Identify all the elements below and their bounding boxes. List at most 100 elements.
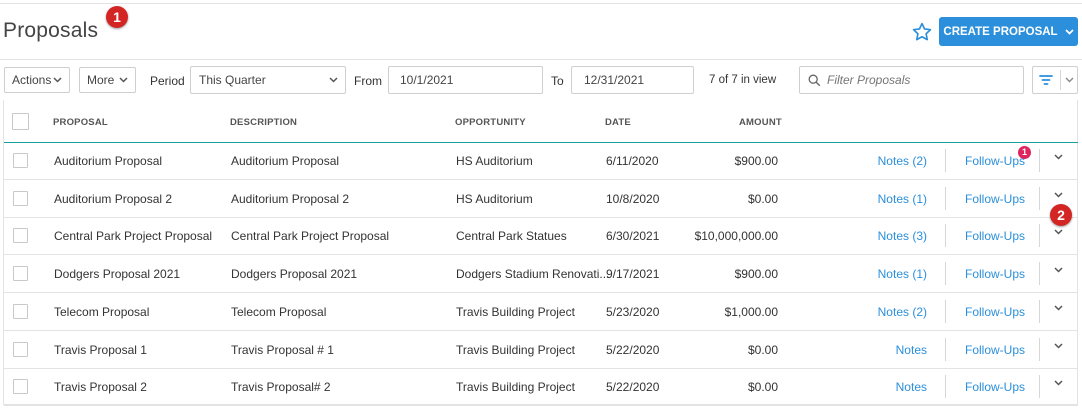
table-row[interactable]: Travis Proposal 1 Travis Proposal # 1 Trav…: [4, 331, 1078, 369]
table-row[interactable]: Telecom Proposal Telecom Proposal Travis B…: [4, 293, 1078, 331]
notes-link[interactable]: Notes (1): [878, 267, 927, 281]
proposal-amount: $0.00: [747, 342, 778, 357]
followups-link[interactable]: Follow-Ups: [965, 380, 1025, 394]
select-all-checkbox[interactable]: [12, 113, 29, 130]
column-divider: [945, 337, 946, 361]
column-header-opportunity[interactable]: OPPORTUNITY: [455, 117, 526, 128]
proposal-name[interactable]: Auditorium Proposal: [54, 154, 162, 168]
proposal-opportunity: Central Park Statues: [456, 229, 567, 244]
proposal-date: 5/22/2020: [606, 342, 660, 357]
to-date-field[interactable]: 12/31/2021: [571, 66, 694, 94]
followups-link[interactable]: Follow-Ups: [965, 229, 1025, 243]
followups-count-badge: 1: [1018, 146, 1031, 159]
more-label: More: [87, 73, 115, 87]
annotation-marker-1: 1: [106, 6, 128, 28]
notes-link[interactable]: Notes (2): [878, 154, 927, 168]
table-row[interactable]: Auditorium Proposal 2 Auditorium Proposal…: [4, 180, 1078, 218]
row-checkbox[interactable]: [13, 190, 28, 206]
column-header-amount[interactable]: AMOUNT: [739, 117, 782, 128]
table-row[interactable]: Central Park Project Proposal Central Par…: [4, 217, 1078, 256]
column-divider: [945, 299, 946, 323]
proposal-description: Travis Proposal# 2: [231, 380, 331, 395]
chevron-down-icon[interactable]: [1054, 154, 1063, 160]
table-header: PROPOSAL DESCRIPTION OPPORTUNITY DATE AM…: [4, 100, 1078, 143]
table-row[interactable]: Travis Proposal 2 Travis Proposal# 2 Travi…: [4, 368, 1078, 407]
column-divider: [1039, 299, 1040, 323]
column-divider: [1039, 186, 1040, 210]
proposal-amount: $0.00: [747, 380, 778, 395]
actions-dropdown[interactable]: Actions: [4, 67, 70, 93]
followups-link[interactable]: Follow-Ups: [965, 343, 1025, 357]
from-date-field[interactable]: 10/1/2021: [388, 66, 543, 94]
chevron-down-icon[interactable]: [1054, 380, 1063, 386]
proposal-description: Dodgers Proposal 2021: [231, 267, 358, 282]
create-proposal-button[interactable]: CREATE PROPOSAL: [939, 17, 1078, 46]
row-checkbox[interactable]: [13, 228, 28, 244]
chevron-down-icon[interactable]: [1054, 229, 1063, 235]
table-row[interactable]: Dodgers Proposal 2021 Dodgers Proposal 20…: [4, 255, 1078, 294]
proposal-opportunity: Travis Building Project: [456, 342, 575, 357]
proposal-name[interactable]: Auditorium Proposal 2: [54, 192, 172, 206]
proposals-table: PROPOSAL DESCRIPTION OPPORTUNITY DATE AM…: [3, 100, 1078, 407]
proposal-name[interactable]: Travis Proposal 2: [54, 380, 147, 394]
notes-link[interactable]: Notes (1): [878, 192, 927, 206]
proposal-opportunity: Travis Building Project: [456, 304, 575, 319]
proposal-amount: $900.00: [734, 154, 778, 168]
more-dropdown[interactable]: More: [79, 67, 136, 93]
column-header-date[interactable]: DATE: [605, 117, 631, 128]
from-label: From: [354, 74, 382, 88]
period-select[interactable]: This Quarter: [190, 66, 346, 94]
column-divider: [945, 224, 946, 248]
proposal-opportunity: HS Auditorium: [456, 154, 533, 168]
notes-link[interactable]: Notes: [896, 380, 927, 394]
actions-label: Actions: [12, 73, 52, 87]
chevron-down-icon[interactable]: [1054, 342, 1063, 349]
column-header-proposal[interactable]: PROPOSAL: [53, 117, 108, 128]
filter-proposals-input[interactable]: [825, 72, 1019, 88]
notes-link[interactable]: Notes: [896, 343, 927, 357]
proposal-name[interactable]: Telecom Proposal: [54, 305, 149, 319]
create-proposal-label: CREATE PROPOSAL: [943, 25, 1058, 38]
top-divider: [0, 3, 1082, 4]
to-date-value: 12/31/2021: [584, 73, 645, 87]
followups-link[interactable]: Follow-Ups: [965, 154, 1025, 168]
column-header-description[interactable]: DESCRIPTION: [230, 117, 297, 128]
proposal-name[interactable]: Dodgers Proposal 2021: [54, 267, 180, 281]
filter-button-divider: [1060, 70, 1061, 90]
followups-link[interactable]: Follow-Ups: [965, 305, 1025, 319]
filter-icon: [1039, 75, 1053, 85]
column-divider: [945, 262, 946, 286]
row-checkbox[interactable]: [13, 303, 28, 319]
filter-proposals-field[interactable]: [799, 66, 1024, 94]
proposal-description: Auditorium Proposal: [231, 154, 340, 168]
notes-link[interactable]: Notes (2): [878, 305, 927, 319]
column-divider: [1039, 149, 1040, 172]
followups-link[interactable]: Follow-Ups: [965, 267, 1025, 281]
proposal-name[interactable]: Central Park Project Proposal: [54, 229, 212, 243]
column-divider: [945, 375, 946, 399]
row-checkbox[interactable]: [13, 379, 28, 395]
row-checkbox[interactable]: [13, 266, 28, 282]
record-count: 7 of 7 in view: [709, 74, 777, 86]
row-checkbox[interactable]: [13, 153, 28, 168]
column-divider: [945, 149, 946, 172]
from-date-value: 10/1/2021: [400, 73, 454, 87]
table-row[interactable]: Auditorium Proposal Auditorium Proposal HS…: [4, 142, 1078, 180]
chevron-down-icon[interactable]: [1054, 267, 1063, 273]
chevron-down-icon[interactable]: [1054, 192, 1063, 198]
row-checkbox[interactable]: [13, 341, 28, 357]
proposal-name[interactable]: Travis Proposal 1: [54, 343, 147, 357]
star-icon[interactable]: [911, 21, 933, 43]
proposal-description: Central Park Project Proposal: [231, 229, 390, 244]
chevron-down-icon: [1064, 28, 1074, 35]
notes-link[interactable]: Notes (3): [878, 229, 927, 243]
chevron-down-icon: [1065, 77, 1074, 83]
proposal-description: Auditorium Proposal 2: [231, 191, 350, 206]
column-divider: [1039, 262, 1040, 286]
filter-menu-button[interactable]: [1032, 66, 1078, 94]
proposal-date: 5/22/2020: [606, 380, 660, 395]
chevron-down-icon[interactable]: [1054, 305, 1063, 311]
proposal-description: Telecom Proposal: [231, 304, 327, 319]
followups-link[interactable]: Follow-Ups: [965, 192, 1025, 206]
period-value: This Quarter: [199, 73, 266, 87]
